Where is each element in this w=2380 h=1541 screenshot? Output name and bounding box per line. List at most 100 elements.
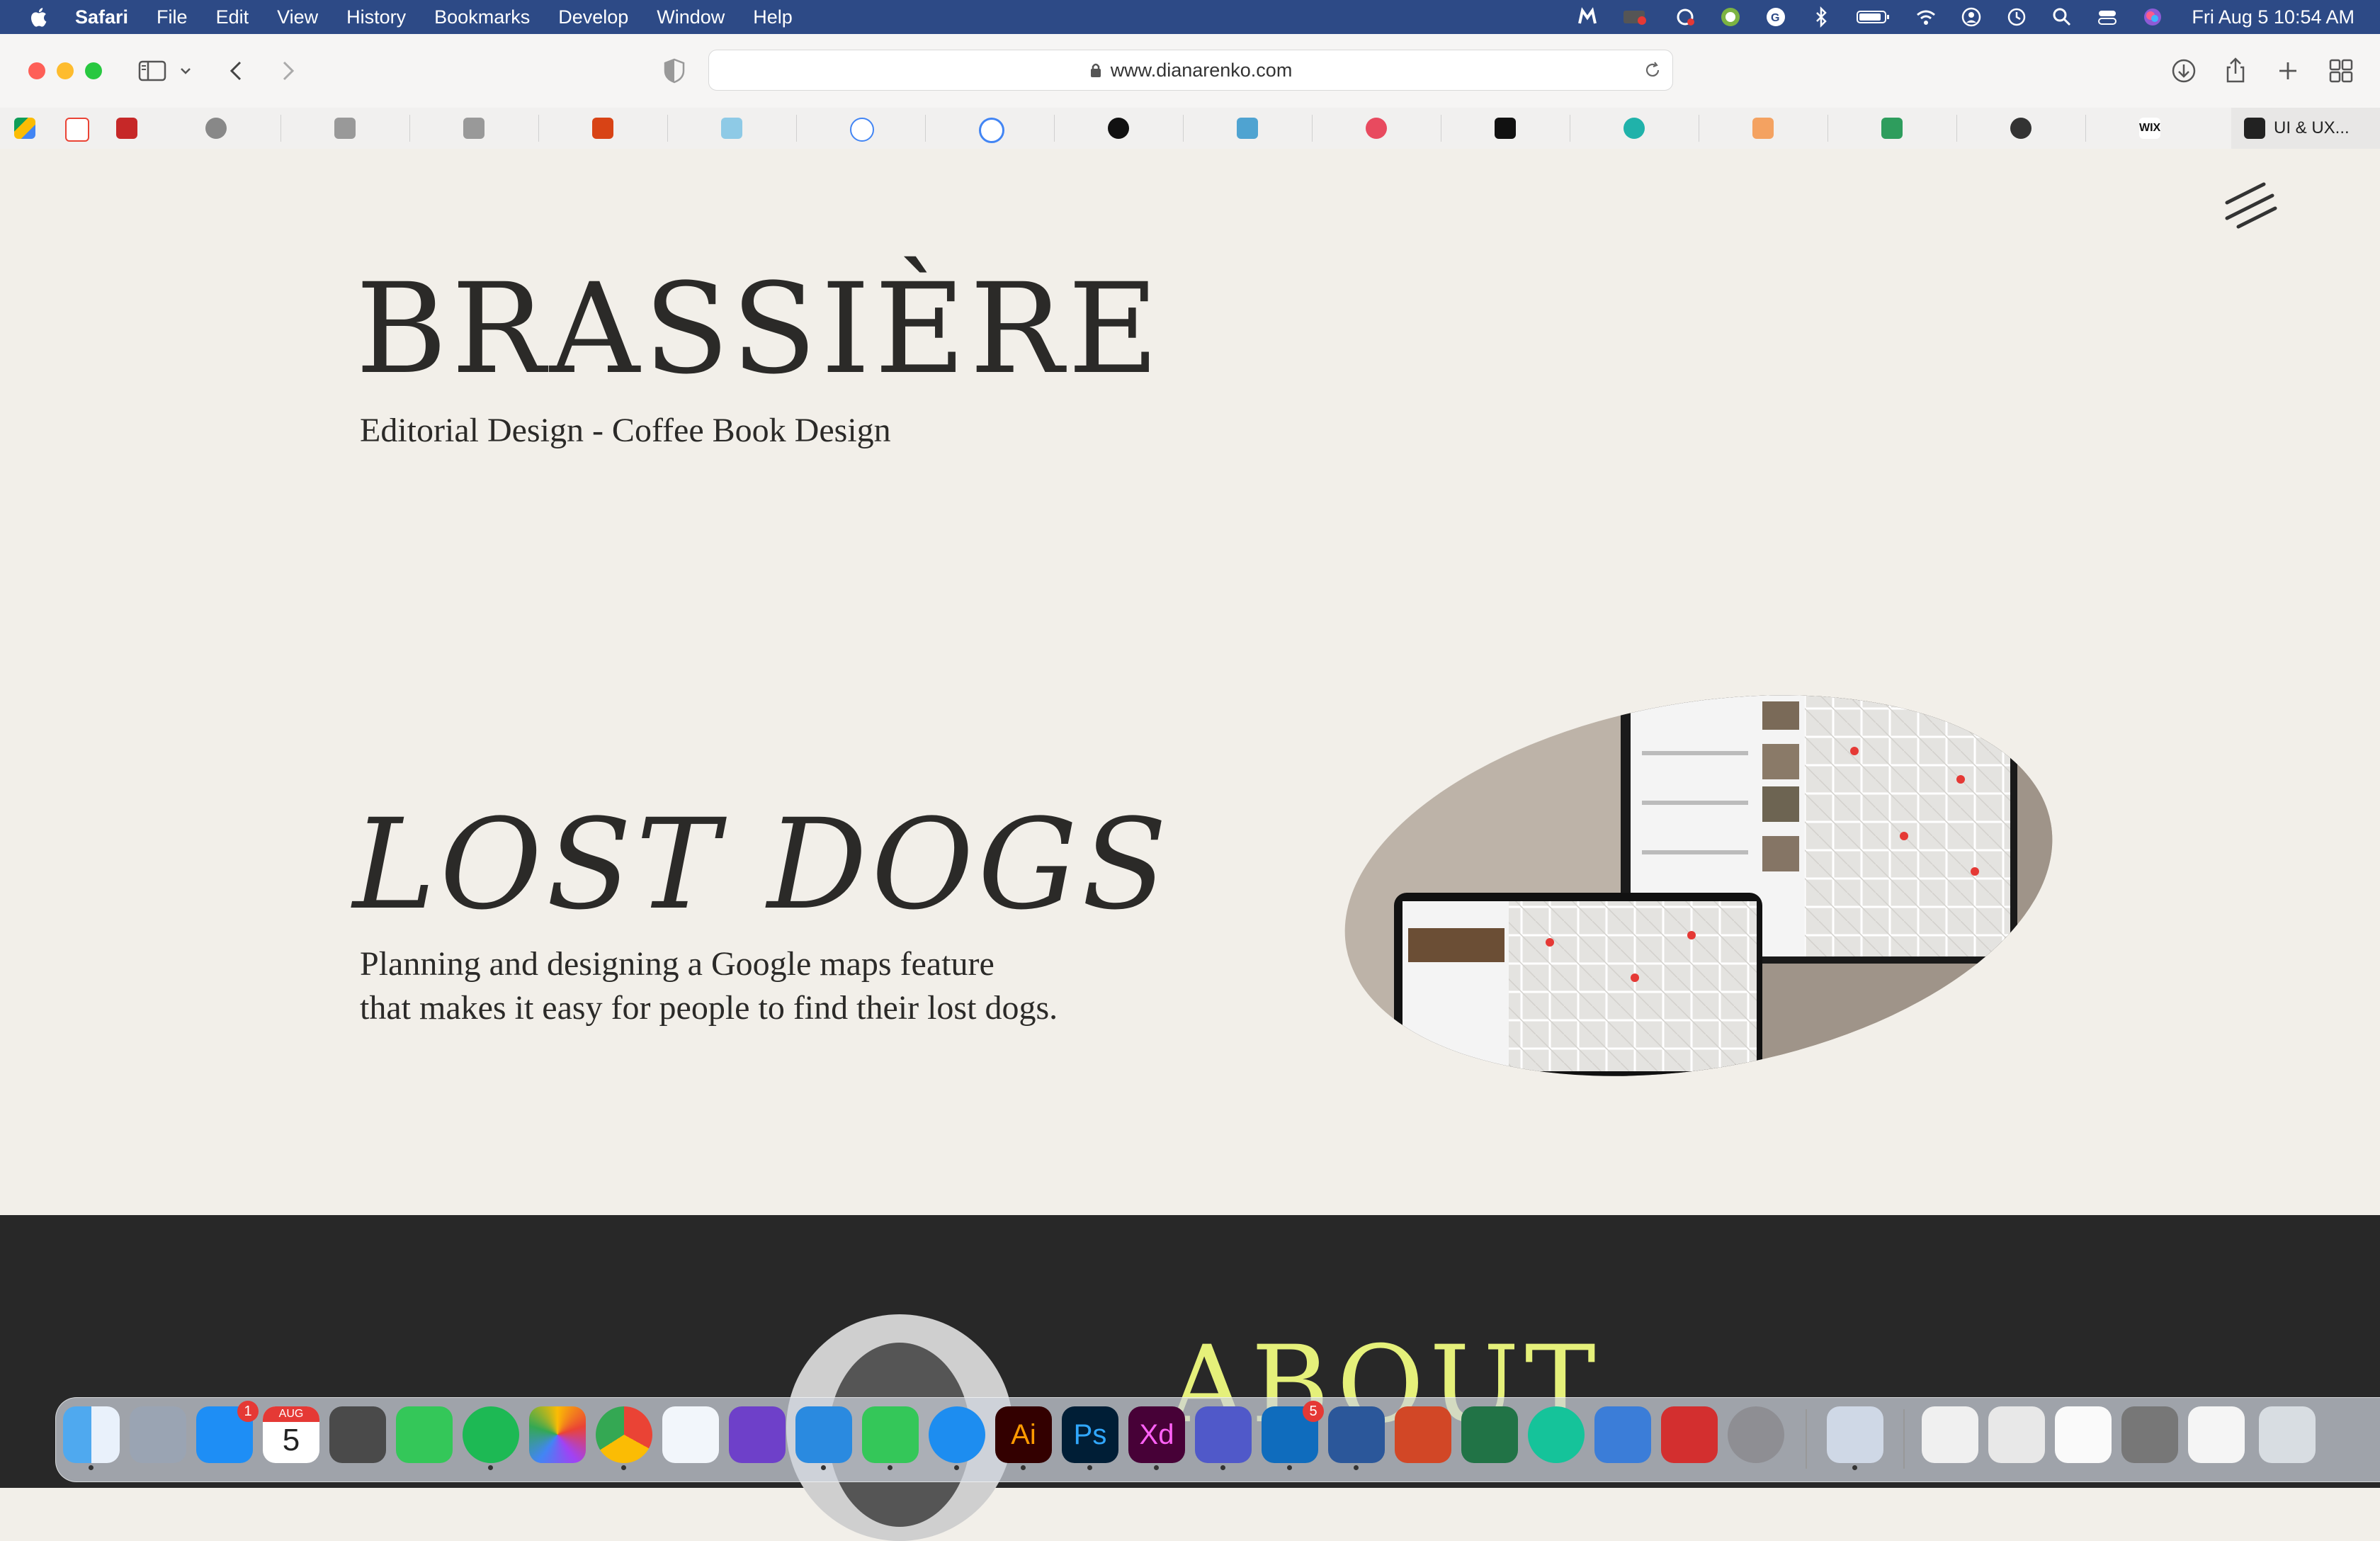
photoshop-icon[interactable]: Ps xyxy=(1062,1406,1118,1470)
project-title-lost-dogs[interactable]: LOST DOGS xyxy=(353,792,1172,937)
adobe-xd-icon[interactable]: Xd xyxy=(1128,1406,1185,1470)
zoom-window-button[interactable] xyxy=(85,62,102,79)
paper-plane-icon[interactable] xyxy=(1752,118,1774,139)
control-center-icon[interactable] xyxy=(2097,6,2118,28)
menu-help[interactable]: Help xyxy=(753,6,793,28)
creative-cloud-icon[interactable] xyxy=(1674,6,1696,28)
outlook-icon[interactable]: 5 xyxy=(1262,1401,1324,1470)
user-account-icon[interactable] xyxy=(1961,6,1982,28)
menu-app-name[interactable]: Safari xyxy=(75,6,128,28)
tableau-icon[interactable] xyxy=(662,1406,719,1463)
minimize-window-button[interactable] xyxy=(57,62,74,79)
downloads-icon[interactable] xyxy=(2170,57,2198,85)
menu-file[interactable]: File xyxy=(157,6,188,28)
share-icon[interactable] xyxy=(2221,57,2250,85)
minimized-xd-window-2[interactable] xyxy=(1988,1406,2045,1463)
system-preferences-icon[interactable] xyxy=(1728,1406,1784,1463)
calculator-icon[interactable] xyxy=(329,1406,386,1463)
calendar-icon[interactable]: AUG 5 xyxy=(263,1406,319,1463)
menu-view[interactable]: View xyxy=(277,6,318,28)
flower-bookmark-icon[interactable] xyxy=(1366,118,1387,139)
menu-history[interactable]: History xyxy=(346,6,406,28)
powerpoint-icon[interactable] xyxy=(1395,1406,1451,1463)
forward-arrow-icon[interactable] xyxy=(273,57,301,85)
circle-bookmark-icon[interactable] xyxy=(1108,118,1129,139)
trash-icon[interactable] xyxy=(2259,1406,2316,1463)
screen-record-icon[interactable] xyxy=(1622,6,1650,28)
menubar-clock[interactable]: Fri Aug 5 10:54 AM xyxy=(2192,6,2354,28)
calendar-month: AUG xyxy=(263,1406,319,1422)
github-desktop-icon[interactable] xyxy=(729,1406,786,1463)
url-text[interactable]: www.dianarenko.com xyxy=(1111,60,1293,81)
launchpad-icon[interactable] xyxy=(130,1406,186,1463)
battery-icon[interactable] xyxy=(1856,6,1891,28)
minimized-xd-window-3[interactable] xyxy=(2188,1406,2245,1463)
s-bookmark-icon[interactable] xyxy=(1237,118,1258,139)
grammarly-app-icon[interactable] xyxy=(1528,1406,1585,1463)
preview-icon[interactable] xyxy=(1827,1406,1883,1470)
messages-icon[interactable] xyxy=(862,1406,919,1470)
safari-icon[interactable] xyxy=(929,1406,985,1470)
apple-logo-icon[interactable] xyxy=(28,6,48,28)
google-icon[interactable] xyxy=(979,118,1004,143)
avatar-status-icon[interactable] xyxy=(1720,6,1741,28)
grammarly-icon[interactable]: G xyxy=(1765,6,1786,28)
f-bookmark-icon[interactable] xyxy=(334,118,356,139)
time-machine-icon[interactable] xyxy=(2006,6,2027,28)
menu-develop[interactable]: Develop xyxy=(558,6,628,28)
excel-icon[interactable] xyxy=(1461,1406,1518,1463)
hamburger-menu-icon[interactable] xyxy=(2221,181,2278,238)
teams-icon[interactable] xyxy=(1195,1406,1252,1470)
vscode-icon[interactable] xyxy=(795,1406,852,1470)
tula-icon[interactable] xyxy=(721,118,742,139)
spotlight-search-icon[interactable] xyxy=(2051,6,2073,28)
app-store-icon[interactable]: 1 xyxy=(196,1401,259,1463)
bluetooth-icon[interactable] xyxy=(1810,6,1832,28)
illustrator-icon[interactable]: Ai xyxy=(995,1406,1052,1470)
active-tab[interactable]: UI & UX... xyxy=(2231,108,2380,149)
gmail-icon[interactable] xyxy=(65,118,89,142)
menu-bookmarks[interactable]: Bookmarks xyxy=(434,6,530,28)
big-joe-icon[interactable] xyxy=(592,118,613,139)
word-icon[interactable] xyxy=(1328,1406,1385,1470)
new-tab-icon[interactable] xyxy=(2274,57,2302,85)
minimized-chrome-window[interactable] xyxy=(2055,1406,2112,1463)
address-bar[interactable]: www.dianarenko.com xyxy=(708,50,1673,91)
photos-icon[interactable] xyxy=(529,1406,586,1463)
project-title-brassiere[interactable]: BRASSIÈRE xyxy=(356,256,1163,402)
chrome-icon[interactable] xyxy=(596,1406,652,1470)
siri-icon[interactable] xyxy=(2142,6,2163,28)
pencil-app-icon[interactable] xyxy=(1594,1406,1651,1463)
malwarebytes-icon[interactable] xyxy=(1577,6,1598,28)
dock-divider xyxy=(1806,1409,1807,1469)
spotify-icon[interactable] xyxy=(463,1406,519,1470)
menu-edit[interactable]: Edit xyxy=(216,6,249,28)
p-bookmark-icon[interactable] xyxy=(1881,118,1903,139)
chevron-down-icon[interactable] xyxy=(177,57,194,85)
chat-bookmark-icon[interactable] xyxy=(1624,118,1645,139)
back-arrow-icon[interactable] xyxy=(223,57,251,85)
wix-icon[interactable]: WIX xyxy=(2139,118,2160,139)
finder-icon[interactable] xyxy=(63,1406,120,1470)
close-window-button[interactable] xyxy=(28,62,45,79)
sidebar-toggle-icon[interactable] xyxy=(138,57,166,85)
sphere-bookmark-icon[interactable] xyxy=(2010,118,2032,139)
wifi-icon[interactable] xyxy=(1915,6,1937,28)
ms-bookmark-icon[interactable] xyxy=(116,118,137,139)
facetime-icon[interactable] xyxy=(396,1406,453,1463)
tab-overview-icon[interactable] xyxy=(2327,57,2355,85)
lost-dogs-mockup-image[interactable] xyxy=(1337,694,2060,1077)
lock-icon xyxy=(1090,63,1101,77)
clock-bookmark-icon[interactable] xyxy=(850,118,874,142)
b-bookmark-icon[interactable] xyxy=(463,118,484,139)
di-bookmark-icon[interactable] xyxy=(1495,118,1516,139)
calendar-day: 5 xyxy=(282,1423,300,1457)
acrobat-icon[interactable] xyxy=(1661,1406,1718,1463)
reload-icon[interactable] xyxy=(1643,60,1662,80)
minimized-ai-window[interactable] xyxy=(2121,1406,2178,1463)
minimized-xd-window-1[interactable] xyxy=(1922,1406,1978,1463)
apple-bookmark-icon[interactable] xyxy=(205,118,227,139)
menu-window[interactable]: Window xyxy=(657,6,725,28)
privacy-shield-icon[interactable] xyxy=(660,57,688,85)
google-drive-icon[interactable] xyxy=(14,118,35,139)
